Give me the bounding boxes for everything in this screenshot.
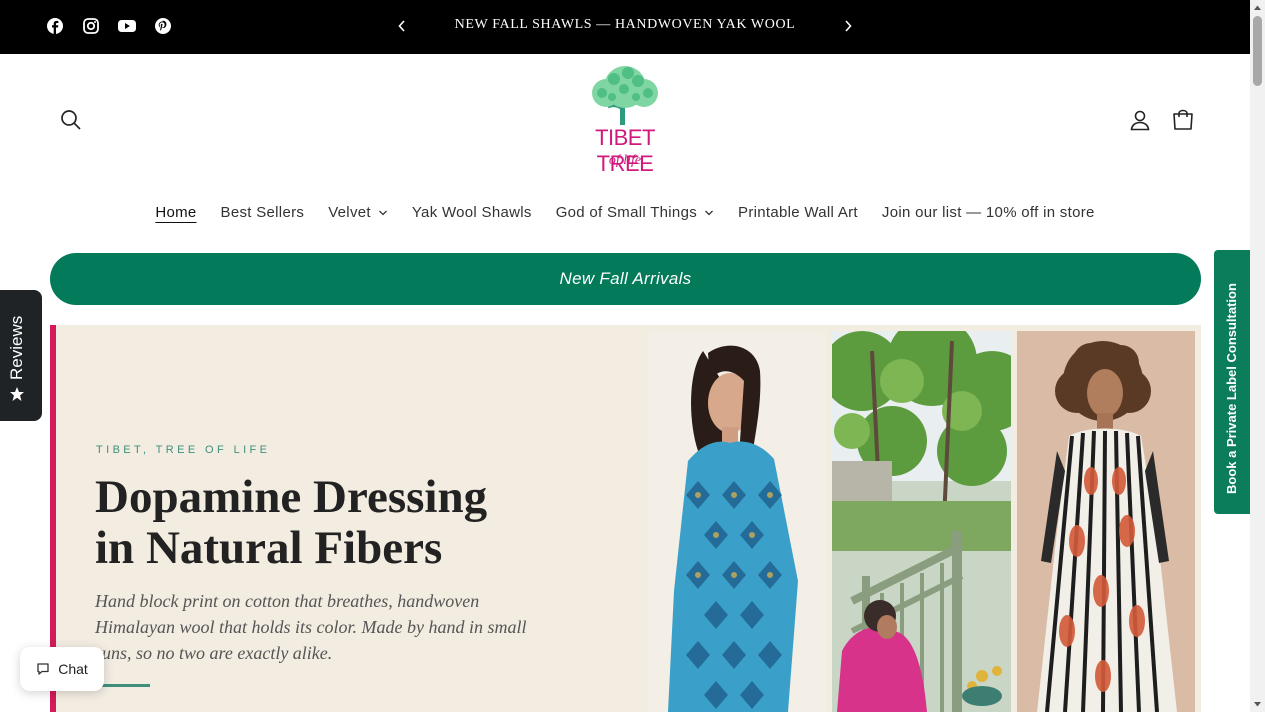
hero-subcopy: Hand block print on cotton that breathes… (95, 591, 527, 663)
youtube-icon[interactable] (118, 17, 136, 35)
consultation-tab-label: Book a Private Label Consultation (1224, 283, 1239, 494)
facebook-icon[interactable] (46, 17, 64, 35)
search-button[interactable] (59, 108, 83, 132)
nav-item-home[interactable]: Home (155, 204, 196, 221)
chat-button-label: Chat (58, 661, 88, 677)
chevron-right-icon (845, 20, 852, 32)
announcement-text: NEW FALL SHAWLS — HANDWOVEN YAK WOOL (454, 17, 796, 32)
page-scrollbar[interactable] (1250, 0, 1265, 712)
instagram-icon[interactable] (82, 17, 100, 35)
scroll-up-arrow-icon[interactable] (1253, 3, 1262, 12)
nav-item-label: Velvet (328, 204, 371, 221)
nav-item-label: Home (155, 204, 197, 221)
nav-item-join-list[interactable]: Join our list — 10% off in store (882, 204, 1095, 221)
nav-item-label: Yak Wool Shawls (411, 204, 532, 221)
reviews-tab[interactable]: Reviews (0, 290, 42, 421)
user-icon (1130, 110, 1150, 131)
nav-item-label: Printable Wall Art (738, 204, 858, 221)
scroll-down-arrow-icon[interactable] (1253, 700, 1262, 709)
cart-icon (1173, 109, 1193, 130)
chevron-left-icon (398, 20, 405, 32)
nav-item-best-sellers[interactable]: Best Sellers (221, 204, 305, 221)
nav-item-label: Join our list — 10% off in store (881, 204, 1095, 221)
cart-button[interactable] (1171, 108, 1195, 132)
main-nav: Home Best Sellers Velvet Yak Wool Shawls… (0, 204, 1250, 221)
reviews-tab-content: Reviews (7, 316, 27, 402)
nav-item-printable-wall-art[interactable]: Printable Wall Art (738, 204, 858, 221)
announcement-next-button[interactable] (838, 16, 858, 36)
announcement-bar: NEW FALL SHAWLS — HANDWOVEN YAK WOOL (0, 0, 1250, 54)
tree-logo-icon (592, 66, 658, 125)
chat-bubble-icon (37, 663, 49, 675)
chevron-down-icon (705, 210, 713, 215)
consultation-tab[interactable]: Book a Private Label Consultation (1214, 250, 1250, 514)
hero-headline: Dopamine Dressing in Natural Fibers (95, 472, 595, 574)
hero-photo-garden[interactable] (832, 331, 1011, 712)
hero-eyebrow: TIBET, TREE OF LIFE (96, 444, 271, 456)
logo-tagline: of life (608, 153, 642, 168)
nav-item-god-of-small-things[interactable]: God of Small Things (556, 204, 714, 221)
logo-wordmark: TIBET TREE (595, 125, 655, 176)
logo[interactable]: TIBET TREE of life (566, 63, 684, 179)
hero-section: TIBET, TREE OF LIFE Dopamine Dressing in… (50, 325, 1201, 712)
hero-headline-line2: in Natural Fibers (95, 522, 443, 574)
announcement-prev-button[interactable] (392, 16, 412, 36)
hero-divider (96, 684, 150, 687)
nav-item-label: God of Small Things (555, 204, 698, 221)
hero-headline-line1: Dopamine Dressing (95, 471, 488, 523)
reviews-tab-label: Reviews (7, 315, 26, 380)
star-icon (10, 387, 24, 401)
nav-item-yak-wool-shawls[interactable]: Yak Wool Shawls (412, 204, 532, 221)
scroll-thumb[interactable] (1253, 16, 1262, 86)
nav-item-velvet[interactable]: Velvet (328, 204, 388, 221)
social-links (46, 17, 172, 35)
account-button[interactable] (1128, 108, 1152, 132)
search-icon (61, 110, 81, 130)
chevron-down-icon (378, 210, 387, 215)
pinterest-icon[interactable] (154, 17, 172, 35)
chat-button[interactable]: Chat (20, 647, 104, 691)
hero-photo-striped-dress[interactable] (1017, 331, 1195, 712)
hero-photo-blue-kaftan[interactable] (648, 331, 826, 712)
nav-item-label: Best Sellers (220, 204, 305, 221)
new-arrivals-banner[interactable]: New Fall Arrivals (50, 253, 1201, 305)
